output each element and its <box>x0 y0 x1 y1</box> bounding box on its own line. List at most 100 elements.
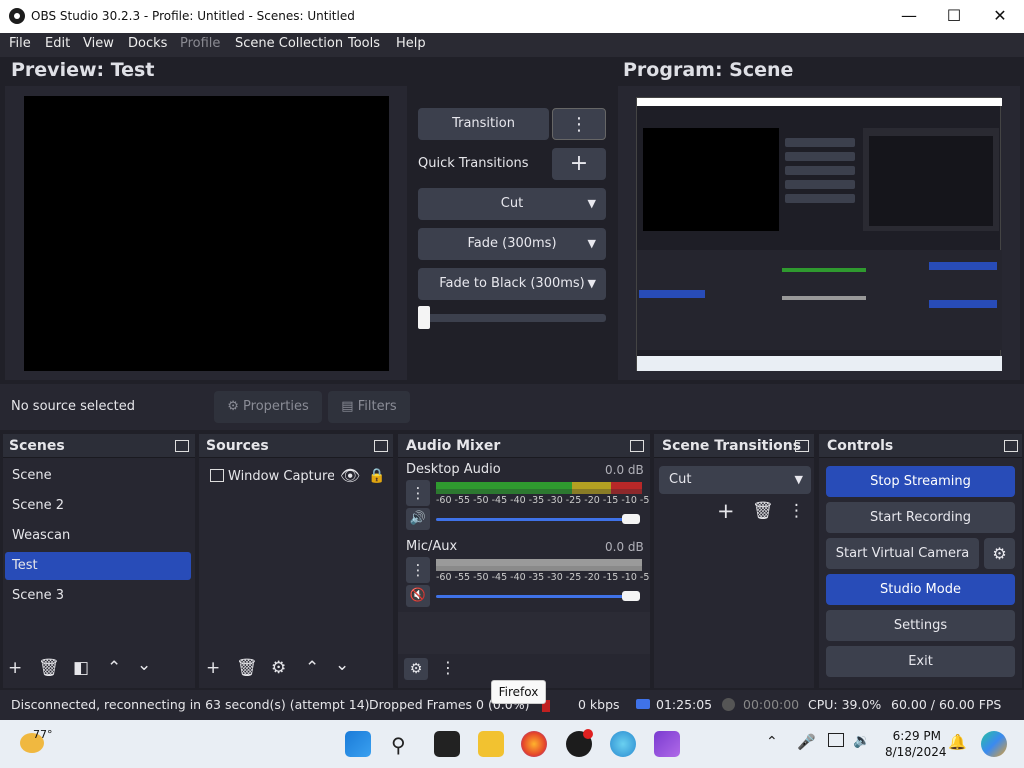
quick-transition-fade-black[interactable]: Fade to Black (300ms) ▼ <box>418 268 606 300</box>
scenes-title: Scenes <box>9 438 65 454</box>
channel-name: Mic/Aux <box>406 539 458 554</box>
undock-icon[interactable] <box>1004 440 1018 452</box>
source-properties-icon[interactable]: ⚙ <box>271 658 286 678</box>
scene-filters-icon[interactable]: ◧ <box>73 658 89 678</box>
studio-mode-button[interactable]: Studio Mode <box>826 574 1015 605</box>
visual-studio-icon[interactable] <box>654 731 680 757</box>
muted-speaker-icon[interactable]: 🔇 <box>406 585 430 607</box>
clock-time[interactable]: 6:29 PM <box>885 729 941 743</box>
trash-icon[interactable]: 🗑 <box>752 501 774 521</box>
exit-button[interactable]: Exit <box>826 646 1015 677</box>
add-source-icon[interactable]: + <box>206 658 220 678</box>
title-bar: OBS Studio 30.2.3 - Profile: Untitled - … <box>0 0 1024 33</box>
quick-transition-fade-black-label: Fade to Black (300ms) <box>439 276 585 291</box>
move-down-icon[interactable]: ⌄ <box>335 655 349 675</box>
firefox-icon[interactable] <box>521 731 547 757</box>
cpu-usage: CPU: 39.0% <box>808 697 882 712</box>
channel-kebab-icon[interactable]: ⋮ <box>406 557 430 583</box>
minimize-button[interactable]: — <box>886 0 932 33</box>
scene-transitions-title: Scene Transitions <box>662 438 802 454</box>
settings-button[interactable]: Settings <box>826 610 1015 641</box>
no-source-label: No source selected <box>11 399 135 414</box>
menu-file[interactable]: File <box>9 36 31 51</box>
menu-scene-collection[interactable]: Scene Collection <box>235 36 343 51</box>
file-explorer-icon[interactable] <box>478 731 504 757</box>
undock-icon[interactable] <box>374 440 388 452</box>
move-up-icon[interactable]: ⌃ <box>107 658 121 678</box>
clock-date[interactable]: 8/18/2024 <box>885 745 947 759</box>
advanced-audio-icon[interactable]: ⚙ <box>404 658 428 680</box>
preview-canvas[interactable] <box>24 96 389 371</box>
tbar-slider-track[interactable] <box>418 314 606 322</box>
transition-select[interactable]: Cut ▼ <box>659 466 811 494</box>
weather-temp: 77° <box>33 728 53 741</box>
speaker-icon[interactable]: 🔊 <box>406 508 430 530</box>
move-down-icon[interactable]: ⌄ <box>137 655 151 675</box>
connection-status: Disconnected, reconnecting in 63 second(… <box>11 697 370 712</box>
close-button[interactable]: ✕ <box>977 0 1023 33</box>
streaming-icon <box>636 699 650 709</box>
quick-transition-fade[interactable]: Fade (300ms) ▼ <box>418 228 606 260</box>
scene-item[interactable]: Scene <box>12 468 52 483</box>
add-transition-icon[interactable]: + <box>717 499 735 523</box>
window-title: OBS Studio 30.2.3 - Profile: Untitled - … <box>31 9 355 23</box>
trash-icon[interactable]: 🗑 <box>236 658 258 678</box>
eye-icon[interactable]: 👁 <box>340 466 360 485</box>
scene-item[interactable]: Weascan <box>12 528 70 543</box>
meter-scale: -60 -55 -50 -45 -40 -35 -30 -25 -20 -15 … <box>436 572 662 583</box>
source-item[interactable]: Window Capture 2 <box>228 469 334 484</box>
add-scene-icon[interactable]: + <box>8 658 22 678</box>
start-virtual-camera-button[interactable]: Start Virtual Camera <box>826 538 979 569</box>
menu-view[interactable]: View <box>83 36 114 51</box>
mic-volume-slider[interactable] <box>436 595 636 598</box>
menu-docks[interactable]: Docks <box>128 36 167 51</box>
windows-start-icon[interactable] <box>345 731 371 757</box>
scene-item-selected-label: Test <box>12 558 38 573</box>
notification-bell-icon[interactable]: 🔔 <box>948 733 967 751</box>
nested-preview <box>643 128 779 231</box>
add-quick-transition-button[interactable]: + <box>552 148 606 180</box>
menu-tools[interactable]: Tools <box>348 36 380 51</box>
mixer-kebab-icon[interactable]: ⋮ <box>440 658 456 677</box>
scene-item[interactable]: Scene 2 <box>12 498 64 513</box>
nested-title-bar <box>637 98 1002 106</box>
menu-help[interactable]: Help <box>396 36 426 51</box>
stop-streaming-button[interactable]: Stop Streaming <box>826 466 1015 497</box>
chevron-up-icon[interactable]: ⌃ <box>766 734 778 750</box>
desktop-volume-knob[interactable] <box>622 514 640 524</box>
lock-icon[interactable]: 🔒 <box>368 468 385 484</box>
quick-transition-cut[interactable]: Cut ▼ <box>418 188 606 220</box>
microphone-icon[interactable]: 🎤 <box>797 733 816 751</box>
mic-volume-knob[interactable] <box>622 591 640 601</box>
move-up-icon[interactable]: ⌃ <box>305 658 319 678</box>
display-icon[interactable] <box>828 733 844 747</box>
undock-icon[interactable] <box>795 440 809 452</box>
transition-kebab-button[interactable]: ⋮ <box>552 108 606 140</box>
app-icon[interactable] <box>610 731 636 757</box>
undock-icon[interactable] <box>175 440 189 452</box>
mic-audio-meter-2 <box>436 566 642 571</box>
channel-db: 0.0 dB <box>605 463 644 477</box>
volume-icon[interactable]: 🔉 <box>853 733 870 749</box>
transition-button[interactable]: Transition <box>418 108 549 140</box>
filters-button[interactable]: ▤ Filters <box>328 391 410 423</box>
transition-kebab-icon[interactable]: ⋮ <box>788 501 805 521</box>
maximize-button[interactable]: ☐ <box>931 0 977 33</box>
virtual-camera-settings-icon[interactable]: ⚙ <box>984 538 1015 569</box>
copilot-icon[interactable] <box>981 731 1007 757</box>
trash-icon[interactable]: 🗑 <box>38 658 60 678</box>
task-view-icon[interactable] <box>434 731 460 757</box>
channel-kebab-icon[interactable]: ⋮ <box>406 480 430 506</box>
preview-title: Preview: Test <box>11 59 155 81</box>
desktop-volume-slider[interactable] <box>436 518 636 521</box>
menu-profile[interactable]: Profile <box>180 36 220 51</box>
search-icon[interactable]: ⚲ <box>391 733 406 757</box>
start-recording-button[interactable]: Start Recording <box>826 502 1015 533</box>
scene-item[interactable]: Scene 3 <box>12 588 64 603</box>
menu-edit[interactable]: Edit <box>45 36 70 51</box>
undock-icon[interactable] <box>630 440 644 452</box>
properties-button[interactable]: ⚙ Properties <box>214 391 322 423</box>
tbar-slider-handle[interactable] <box>418 306 430 329</box>
nested-transition-panel <box>785 138 855 218</box>
desktop-audio-meter-2 <box>436 489 642 494</box>
